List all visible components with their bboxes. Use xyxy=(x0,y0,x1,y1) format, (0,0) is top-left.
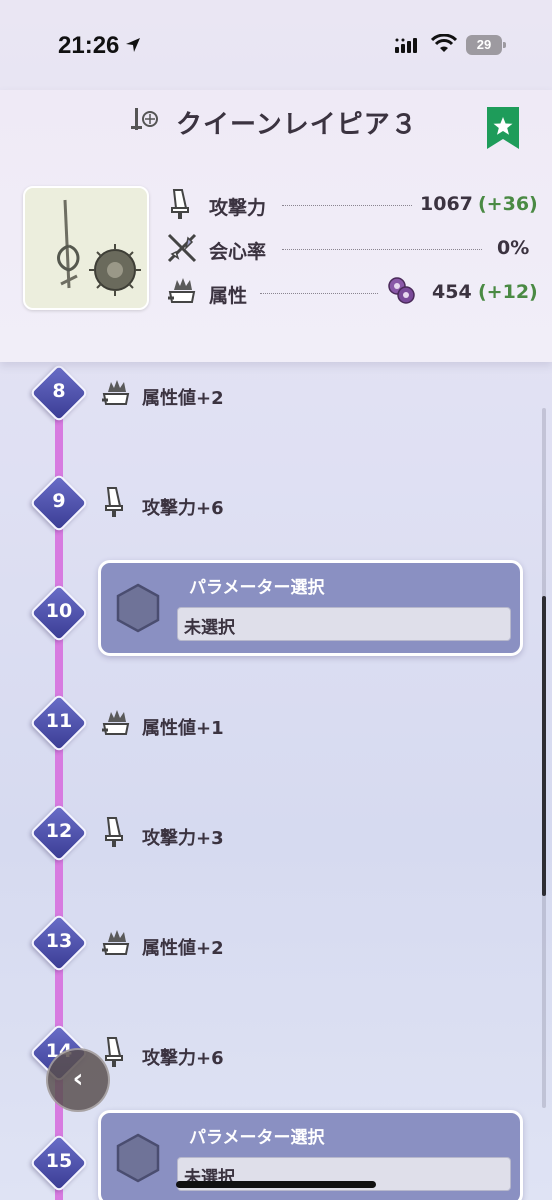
level-node-13: 13 xyxy=(29,913,89,973)
wifi-icon xyxy=(431,34,457,52)
home-indicator[interactable] xyxy=(176,1181,376,1188)
upgrade-label: 攻撃力+6 xyxy=(142,498,224,519)
element-flame-sword-icon xyxy=(102,380,130,405)
sleep-element-icon xyxy=(388,277,415,304)
stat-leader-dots xyxy=(260,293,378,294)
stat-row-element: 属性 454 (+12) xyxy=(162,276,538,310)
level-number: 12 xyxy=(45,820,73,842)
status-bar: 21:26 29 xyxy=(0,0,552,90)
stat-label-attack: 攻撃力 xyxy=(209,197,267,219)
empty-hexagon-icon xyxy=(116,1133,160,1183)
weapon-thumbnail xyxy=(23,186,149,310)
level-number: 9 xyxy=(52,490,66,512)
level-number: 10 xyxy=(45,600,73,622)
stat-value-attack: 1067 xyxy=(420,193,473,215)
battery-indicator: 29 xyxy=(466,35,506,55)
element-flame-sword-icon xyxy=(102,710,130,735)
stat-value-critical: 0% xyxy=(497,237,530,259)
upgrade-label: 属性値+1 xyxy=(142,718,224,739)
level-node-9: 9 xyxy=(29,473,89,533)
level-node-8: 8 xyxy=(29,363,89,423)
stat-row-critical: 会心率 0% xyxy=(162,232,532,266)
stat-bonus-attack: (+36) xyxy=(478,193,538,215)
parameter-select-card[interactable]: パラメーター選択 未選択 xyxy=(98,560,523,656)
stat-leader-dots xyxy=(282,249,482,250)
favorite-bookmark-icon[interactable] xyxy=(487,107,519,149)
chevron-left-icon: ‹ xyxy=(72,1064,84,1094)
stat-label-element: 属性 xyxy=(209,285,248,307)
status-time: 21:26 xyxy=(58,32,120,59)
sword-icon xyxy=(171,189,189,219)
stat-value-element: 454 xyxy=(432,281,472,303)
back-button[interactable]: ‹ xyxy=(46,1048,110,1112)
stat-label-critical: 会心率 xyxy=(209,241,267,263)
level-node-15: 15 xyxy=(29,1133,89,1193)
level-number: 8 xyxy=(52,380,66,402)
parameter-select-title: パラメーター選択 xyxy=(189,578,325,598)
location-arrow-icon xyxy=(126,38,140,52)
weapon-name: クイーンレイピア３ xyxy=(176,110,418,140)
element-flame-sword-icon xyxy=(168,278,196,303)
parameter-select-dropdown[interactable]: 未選択 xyxy=(177,607,511,641)
critical-icon xyxy=(167,233,197,263)
level-node-11: 11 xyxy=(29,693,89,753)
upgrade-label: 属性値+2 xyxy=(142,938,224,959)
weapon-image xyxy=(57,199,141,296)
parameter-select-title: パラメーター選択 xyxy=(189,1128,325,1148)
level-number: 13 xyxy=(45,930,73,952)
sword-icon xyxy=(105,487,123,517)
level-number: 11 xyxy=(45,710,73,732)
level-node-10: 10 xyxy=(29,583,89,643)
element-flame-sword-icon xyxy=(102,930,130,955)
stat-bonus-element: (+12) xyxy=(478,281,538,303)
scrollbar-thumb[interactable] xyxy=(542,596,546,896)
upgrade-label: 攻撃力+6 xyxy=(142,1048,224,1069)
stat-leader-dots xyxy=(282,205,412,206)
upgrade-label: 攻撃力+3 xyxy=(142,828,224,849)
cellular-signal-icon xyxy=(395,38,417,53)
weapon-header: クイーンレイピア３ 攻撃力 1067 (+36) 会心率 0% 属性 454 (… xyxy=(0,90,552,362)
sword-icon xyxy=(105,817,123,847)
empty-hexagon-icon xyxy=(116,583,160,633)
level-number: 15 xyxy=(45,1150,73,1172)
level-node-12: 12 xyxy=(29,803,89,863)
upgrade-label: 属性値+2 xyxy=(142,388,224,409)
rapier-weapon-icon xyxy=(131,108,158,130)
title-row: クイーンレイピア３ xyxy=(0,100,552,149)
stat-row-attack: 攻撃力 1067 (+36) xyxy=(162,188,538,222)
